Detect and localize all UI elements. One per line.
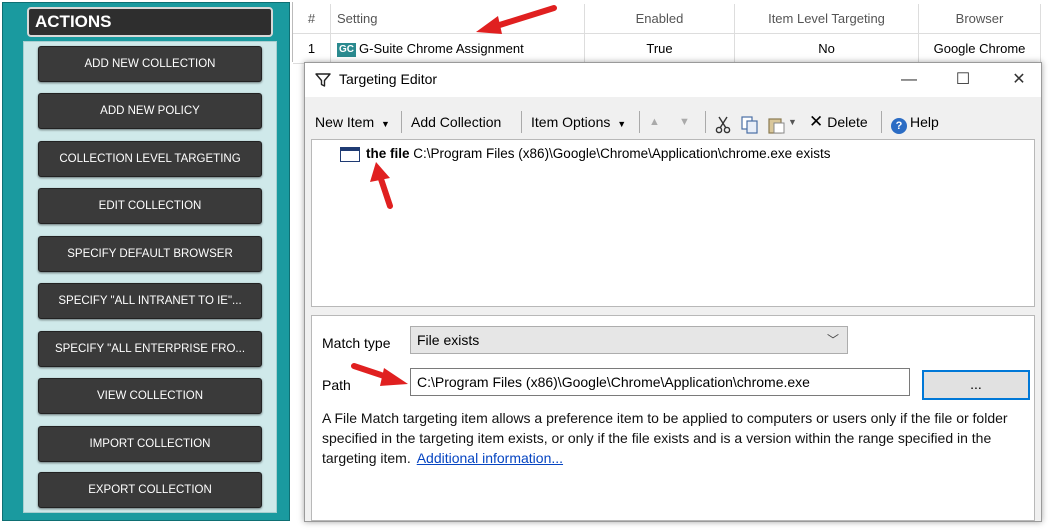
targeting-item-list: the file C:\Program Files (x86)\Google\C… [311,139,1035,307]
delete-label: Delete [827,114,868,130]
collection-level-targeting-button[interactable]: COLLECTION LEVEL TARGETING [38,141,262,177]
file-window-icon [340,147,360,162]
path-input[interactable]: C:\Program Files (x86)\Google\Chrome\App… [410,368,910,396]
export-collection-button[interactable]: EXPORT COLLECTION [38,472,262,508]
window-title: Targeting Editor [339,71,438,87]
help-label: Help [910,114,939,130]
new-item-menu[interactable]: New Item ▼ [315,110,390,134]
maximize-button[interactable]: ☐ [943,67,983,93]
chevron-down-icon: ﹀ [826,333,839,347]
arrow-annotation-icon [476,5,557,34]
match-type-label: Match type [322,335,391,351]
toolbar-separator [521,111,522,133]
help-button[interactable]: ? Help [891,110,939,134]
toolbar-separator [705,111,706,133]
browse-button[interactable]: ... [922,370,1030,400]
item-description: C:\Program Files (x86)\Google\Chrome\App… [413,146,831,161]
edit-collection-button[interactable]: EDIT COLLECTION [38,188,262,224]
toolbar-separator [881,111,882,133]
specify-all-enterprise-button[interactable]: SPECIFY "ALL ENTERPRISE FRO... [38,331,262,367]
row-setting-cell: GC G-Suite Chrome Assignment [331,34,585,64]
column-header-number[interactable]: # [293,4,331,34]
minimize-button[interactable]: — [889,67,929,93]
actions-panel: ACTIONS ADD NEW COLLECTION ADD NEW POLIC… [2,2,290,521]
delete-button[interactable]: ✕ Delete [809,110,868,134]
toolbar-separator [401,111,402,133]
paste-dropdown-caret-icon[interactable]: ▼ [788,110,797,134]
match-type-select[interactable]: File exists ﹀ [410,326,848,354]
specify-all-intranet-button[interactable]: SPECIFY "ALL INTRANET TO IE"... [38,283,262,319]
list-item[interactable]: the file C:\Program Files (x86)\Google\C… [340,146,830,162]
actions-button-list: ADD NEW COLLECTION ADD NEW POLICY COLLEC… [23,41,277,513]
column-header-browser[interactable]: Browser [919,4,1041,34]
settings-grid: # Setting Enabled Item Level Targeting B… [292,2,1041,64]
row-enabled: True [585,34,735,64]
properties-panel: Match type File exists ﹀ Path C:\Program… [311,315,1035,521]
table-row[interactable]: 1 GC G-Suite Chrome Assignment True No Go… [293,34,1041,64]
dropdown-caret-icon: ▼ [381,119,390,129]
add-new-collection-button[interactable]: ADD NEW COLLECTION [38,46,262,82]
gc-badge-icon: GC [337,43,356,57]
add-new-policy-button[interactable]: ADD NEW POLICY [38,93,262,129]
match-type-value: File exists [417,332,480,348]
title-bar[interactable]: Targeting Editor — ☐ ✕ [305,63,1041,97]
specify-default-browser-button[interactable]: SPECIFY DEFAULT BROWSER [38,236,262,272]
help-icon: ? [891,118,907,134]
cut-icon[interactable] [715,113,731,137]
paste-icon[interactable] [767,113,785,137]
arrow-annotation-icon [370,162,393,209]
targeting-editor-window: Targeting Editor — ☐ ✕ New Item ▼ Add Co… [304,62,1042,522]
row-number: 1 [293,34,331,64]
dropdown-caret-icon: ▼ [617,119,627,129]
close-button[interactable]: ✕ [999,67,1039,93]
move-up-icon[interactable]: ▲ [649,110,660,134]
row-item-level-targeting: No [735,34,919,64]
new-item-label: New Item [315,114,375,130]
row-browser: Google Chrome [919,34,1041,64]
row-setting-name: G-Suite Chrome Assignment [359,41,524,56]
toolbar-separator [639,111,640,133]
view-collection-button[interactable]: VIEW COLLECTION [38,378,262,414]
item-options-label: Item Options [531,114,611,130]
item-text: the file C:\Program Files (x86)\Google\C… [366,146,830,161]
copy-icon[interactable] [741,113,759,137]
add-collection-button[interactable]: Add Collection [411,110,501,134]
actions-header: ACTIONS [27,7,273,37]
item-options-menu[interactable]: Item Options ▼ [531,110,626,134]
description-text: A File Match targeting item allows a pre… [322,408,1022,468]
editor-toolbar: New Item ▼ Add Collection Item Options ▼… [305,107,1041,137]
arrow-annotation-icon [351,363,408,386]
grid-header-row: # Setting Enabled Item Level Targeting B… [293,4,1041,34]
filter-icon [315,73,331,87]
move-down-icon[interactable]: ▼ [679,110,690,134]
path-label: Path [322,377,351,393]
column-header-enabled[interactable]: Enabled [585,4,735,34]
additional-info-link[interactable]: Additional information... [417,450,563,466]
import-collection-button[interactable]: IMPORT COLLECTION [38,426,262,462]
delete-x-icon: ✕ [809,112,824,131]
column-header-item-level-targeting[interactable]: Item Level Targeting [735,4,919,34]
item-prefix: the file [366,146,410,161]
